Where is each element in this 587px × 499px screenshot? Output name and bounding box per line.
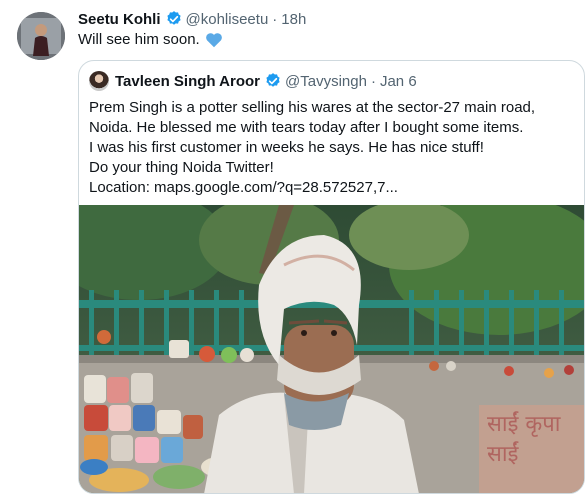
author-name[interactable]: Seetu Kohli [78,11,161,28]
quoted-tweet-text: Prem Singh is a potter selling his wares… [89,98,535,198]
blue-heart-icon [205,32,223,48]
tweet-time[interactable]: 18h [281,11,306,28]
tweet-text-content: Will see him soon. [78,31,200,48]
tweet-header: Seetu Kohli @kohliseetu · 18h [78,9,306,29]
avatar[interactable] [17,12,65,60]
quoted-tweet-photo[interactable]: साईं कृपा साईं [79,190,584,493]
quoted-tweet[interactable]: Tavleen Singh Aroor @Tavysingh · Jan 6 P… [78,60,585,494]
quoted-line: Prem Singh is a potter selling his wares… [89,99,536,116]
separator-dot: · [370,72,376,90]
quoted-tweet-header: Tavleen Singh Aroor @Tavysingh · Jan 6 [89,71,417,91]
quoted-line: Location: maps.google.com/?q=28.572527,7… [89,179,398,196]
verified-badge-icon [264,72,282,90]
quoted-avatar [89,71,109,91]
verified-badge-icon [165,10,183,28]
quoted-tweet-date: Jan 6 [379,72,417,90]
quoted-author-handle: @Tavysingh [285,72,367,90]
wall-graffiti-line: साईं [487,441,520,467]
quoted-line: I was his first customer in weeks he say… [89,139,484,156]
quoted-line: Noida. He blessed me with tears today af… [89,119,524,136]
quoted-line: Do your thing Noida Twitter! [89,159,274,176]
quoted-author-name: Tavleen Singh Aroor [115,72,261,90]
tweet[interactable]: Seetu Kohli @kohliseetu · 18h Will see h… [0,0,587,499]
author-handle[interactable]: @kohliseetu [186,11,269,28]
separator-dot: · [272,10,278,28]
photo-man-with-pots: साईं कृपा साईं [79,190,584,493]
wall-graffiti-line: साईं कृपा [487,411,561,437]
tweet-text: Will see him soon. [78,31,223,48]
